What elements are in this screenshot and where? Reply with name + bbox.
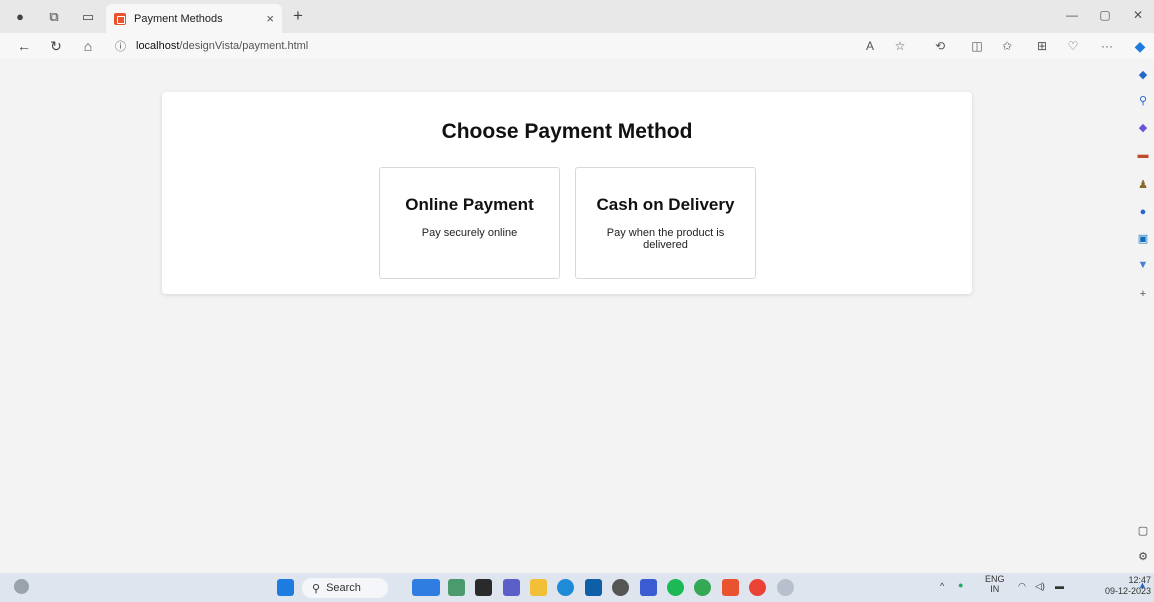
extensions-icon[interactable]: ⟲ — [930, 36, 950, 56]
app-icon-1[interactable] — [448, 579, 465, 596]
outlook-icon[interactable]: ▣ — [1136, 231, 1150, 245]
office-icon[interactable]: ● — [1136, 205, 1150, 219]
spotify-icon[interactable] — [667, 579, 684, 596]
profile-icon[interactable]: ● — [6, 3, 34, 31]
back-arrow-icon[interactable]: ← — [14, 36, 34, 56]
tools-icon[interactable]: ▬ — [1136, 148, 1150, 162]
tab-payment-methods[interactable]: Payment Methods × — [106, 4, 282, 33]
more-menu-icon[interactable]: ··· — [1097, 36, 1117, 56]
taskbar-search[interactable]: ⚲ Search — [302, 578, 388, 598]
site-info-icon[interactable]: ⓘ — [115, 38, 126, 54]
search-icon: ⚲ — [312, 582, 321, 595]
battery-icon[interactable]: ▬ — [1055, 581, 1064, 591]
add-icon[interactable]: + — [1136, 287, 1150, 301]
windows-start-icon[interactable] — [277, 579, 294, 596]
address-bar: ← ↻ ⌂ ⓘ localhost/designVista/payment.ht… — [0, 33, 1154, 59]
tab-actions-icon[interactable]: ▭ — [74, 3, 102, 31]
copilot-taskbar-icon[interactable] — [412, 579, 440, 596]
page-content: Choose Payment Method Online Payment Pay… — [0, 59, 1132, 573]
close-tab-icon[interactable]: × — [266, 11, 274, 26]
page-title: Choose Payment Method — [441, 120, 693, 143]
volume-icon[interactable]: ◁) — [1035, 581, 1045, 592]
shopping-icon[interactable]: ◆ — [1136, 120, 1150, 134]
app-icon-4[interactable] — [777, 579, 794, 596]
notification-bell-icon[interactable]: ▲ — [1138, 580, 1147, 590]
widgets-icon[interactable] — [14, 579, 29, 594]
edge-sidebar: ◆ ⚲ ◆ ▬ ♟ ● ▣ ▼ + ▢ ⚙ — [1132, 59, 1154, 573]
split-screen-icon[interactable]: ◫ — [967, 36, 987, 56]
close-window-button[interactable]: ✕ — [1128, 8, 1148, 22]
language-indicator[interactable]: ENG IN — [985, 574, 1005, 594]
search-icon[interactable]: ⚲ — [1136, 93, 1150, 107]
region-label: IN — [990, 584, 1000, 594]
online-payment-option[interactable]: Online Payment Pay securely online — [379, 167, 560, 279]
language-label: ENG — [985, 574, 1005, 584]
option-title: Online Payment — [405, 195, 534, 214]
taskbar: ⚲ Search ^ ● ENG IN ◠ ◁) ▬ 12:47 09-12-2… — [0, 573, 1154, 602]
chrome-icon[interactable] — [694, 579, 711, 596]
favorite-star-icon[interactable]: ☆ — [890, 36, 910, 56]
site-favicon-icon — [114, 12, 126, 25]
new-tab-button[interactable]: + — [288, 6, 308, 26]
url-path: /designVista/payment.html — [179, 40, 309, 52]
restore-button[interactable]: ▢ — [1095, 8, 1115, 22]
payment-card: Choose Payment Method Online Payment Pay… — [162, 92, 972, 294]
option-description: Pay securely online — [421, 227, 518, 239]
search-label: Search — [326, 582, 361, 594]
settings-gear-icon[interactable]: ⚙ — [1136, 549, 1150, 563]
teams-icon[interactable] — [503, 579, 520, 596]
tray-app-icon[interactable]: ● — [958, 580, 963, 590]
chevron-up-icon[interactable]: ^ — [940, 581, 944, 591]
url-field[interactable]: ⓘ localhost/designVista/payment.html — [115, 36, 915, 56]
performance-icon[interactable]: ♡ — [1063, 36, 1083, 56]
option-title: Cash on Delivery — [596, 195, 735, 214]
home-icon[interactable]: ⌂ — [78, 36, 98, 56]
favorites-icon[interactable]: ✩ — [997, 36, 1017, 56]
vscode-icon[interactable] — [640, 579, 657, 596]
app-icon-3[interactable] — [612, 579, 629, 596]
collections-icon[interactable]: ⊞ — [1032, 36, 1052, 56]
url-host: localhost — [136, 40, 180, 52]
option-description: Pay when the product is delivered — [606, 227, 725, 251]
cash-on-delivery-option[interactable]: Cash on Delivery Pay when the product is… — [575, 167, 756, 279]
refresh-icon[interactable]: ↻ — [46, 36, 66, 56]
drop-icon[interactable]: ▼ — [1136, 258, 1150, 272]
store-icon[interactable] — [585, 579, 602, 596]
tab-title: Payment Methods — [134, 12, 223, 25]
app-icon-2[interactable] — [475, 579, 492, 596]
chrome-profile-icon[interactable] — [749, 579, 766, 596]
games-icon[interactable]: ♟ — [1136, 177, 1150, 191]
file-explorer-icon[interactable] — [530, 579, 547, 596]
edge-icon[interactable] — [557, 579, 574, 596]
read-aloud-icon[interactable]: A — [860, 36, 880, 56]
minimize-button[interactable]: — — [1062, 8, 1082, 22]
wifi-icon[interactable]: ◠ — [1018, 581, 1026, 592]
xampp-icon[interactable] — [722, 579, 739, 596]
bell-icon[interactable]: ◆ — [1136, 67, 1150, 81]
sidebar-layout-icon[interactable]: ▢ — [1136, 523, 1150, 537]
workspaces-icon[interactable]: ⧉ — [40, 3, 68, 31]
copilot-icon[interactable]: ◆ — [1130, 36, 1150, 56]
